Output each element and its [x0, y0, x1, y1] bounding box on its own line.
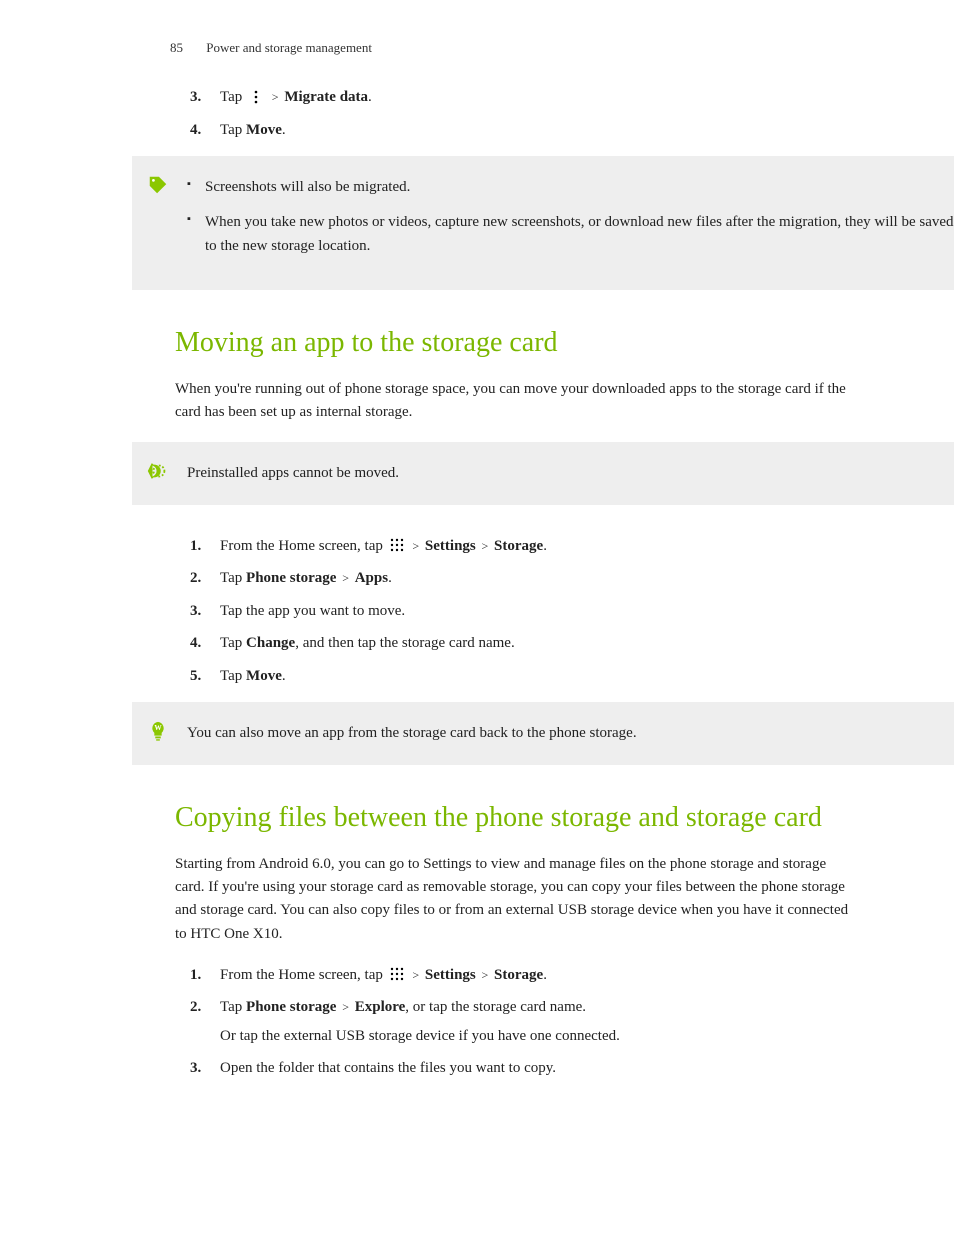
s1-step-4: Tap Change, and then tap the storage car… — [175, 632, 854, 655]
note-bullets: Screenshots will also be migrated. When … — [187, 176, 954, 258]
tag-icon — [147, 174, 169, 196]
step-3: Tap > Migrate data. — [175, 86, 854, 109]
section-moving-app: Moving an app to the storage card When y… — [0, 325, 954, 425]
more-icon — [248, 89, 264, 105]
note-bullet-2: When you take new photos or videos, capt… — [187, 211, 954, 258]
section-title-2: Copying files between the phone storage … — [175, 800, 854, 835]
section1-steps: From the Home screen, tap > Settings > S… — [175, 535, 854, 688]
s1-step-2: Tap Phone storage > Apps. — [175, 567, 854, 590]
section1-steps-wrap: From the Home screen, tap > Settings > S… — [0, 535, 954, 688]
apps-grid-icon — [389, 966, 405, 982]
tip-text: You can also move an app from the storag… — [187, 722, 954, 745]
svg-text:W: W — [154, 723, 162, 732]
content-area: Tap > Migrate data. Tap Move. — [0, 86, 954, 141]
section2-intro: Starting from Android 6.0, you can go to… — [175, 853, 854, 946]
section2-steps: From the Home screen, tap > Settings > S… — [175, 964, 854, 1080]
tip-box: W You can also move an app from the stor… — [132, 702, 954, 765]
section1-intro: When you're running out of phone storage… — [175, 378, 854, 425]
page: 85 Power and storage management Tap > Mi… — [0, 0, 954, 1175]
s2-step-2-sub: Or tap the external USB storage device i… — [220, 1025, 854, 1048]
page-header: 85 Power and storage management — [0, 40, 954, 56]
note-box-1: Screenshots will also be migrated. When … — [132, 156, 954, 290]
apps-grid-icon — [389, 537, 405, 553]
lightbulb-icon: W — [147, 720, 169, 742]
warning-icon — [147, 460, 169, 482]
section-title-1: Moving an app to the storage card — [175, 325, 854, 360]
s2-step-1: From the Home screen, tap > Settings > S… — [175, 964, 854, 987]
step-4: Tap Move. — [175, 119, 854, 142]
warning-text: Preinstalled apps cannot be moved. — [187, 462, 954, 485]
s2-step-3: Open the folder that contains the files … — [175, 1057, 854, 1080]
warning-box: Preinstalled apps cannot be moved. — [132, 442, 954, 505]
section-name: Power and storage management — [206, 40, 372, 55]
s1-step-1: From the Home screen, tap > Settings > S… — [175, 535, 854, 558]
s2-step-2: Tap Phone storage > Explore, or tap the … — [175, 996, 854, 1047]
page-number: 85 — [170, 40, 183, 55]
note-bullet-1: Screenshots will also be migrated. — [187, 176, 954, 199]
s1-step-5: Tap Move. — [175, 665, 854, 688]
section-copying: Copying files between the phone storage … — [0, 800, 954, 1080]
s1-step-3: Tap the app you want to move. — [175, 600, 854, 623]
intro-steps: Tap > Migrate data. Tap Move. — [175, 86, 854, 141]
